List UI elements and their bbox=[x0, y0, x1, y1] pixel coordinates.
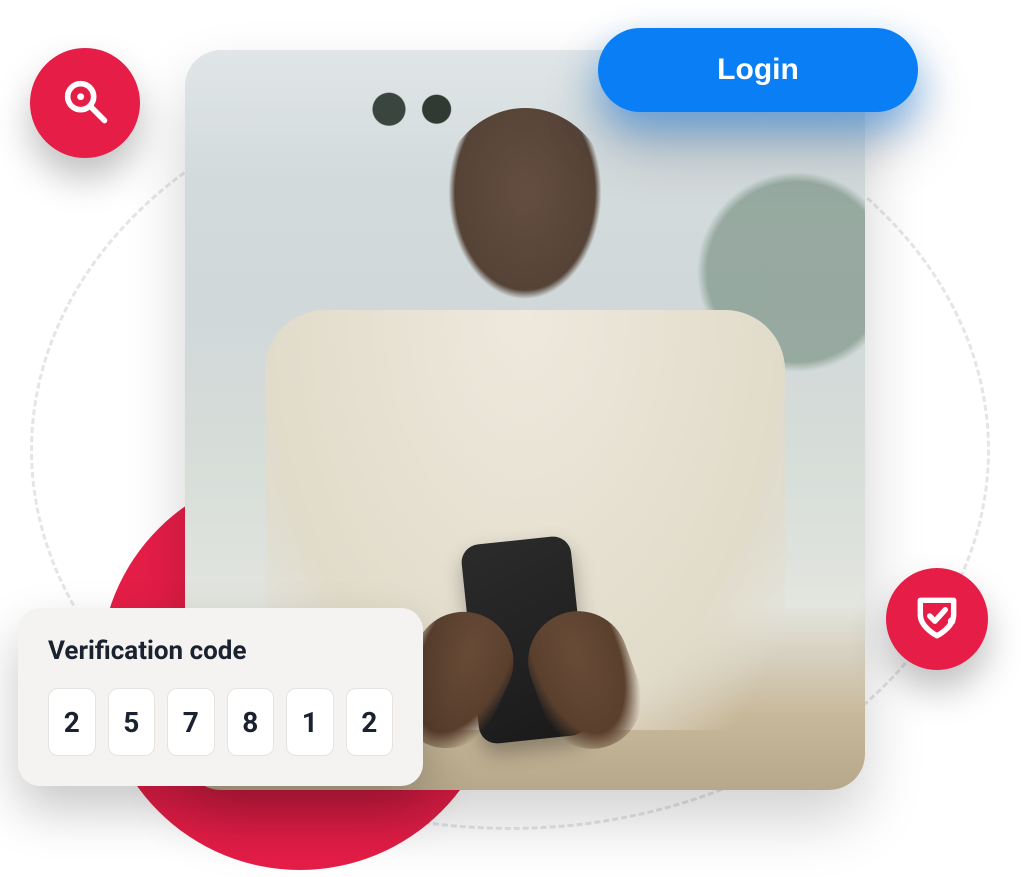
code-digit[interactable]: 7 bbox=[167, 688, 215, 756]
code-digit[interactable]: 2 bbox=[48, 688, 96, 756]
search-badge bbox=[30, 48, 140, 158]
login-button[interactable]: Login bbox=[598, 28, 918, 112]
code-digit[interactable]: 1 bbox=[286, 688, 334, 756]
search-icon bbox=[59, 75, 111, 131]
login-button-label: Login bbox=[717, 53, 799, 87]
check-badge bbox=[886, 568, 988, 670]
verification-code-card: Verification code 2 5 7 8 1 2 bbox=[18, 608, 423, 786]
check-shield-icon bbox=[912, 592, 962, 646]
code-digit[interactable]: 5 bbox=[108, 688, 156, 756]
code-digit[interactable]: 2 bbox=[346, 688, 394, 756]
promo-canvas: Login Verification code 2 5 7 8 1 bbox=[0, 0, 1025, 877]
verification-code-digits: 2 5 7 8 1 2 bbox=[48, 688, 393, 756]
code-digit[interactable]: 8 bbox=[227, 688, 275, 756]
verification-code-title: Verification code bbox=[48, 636, 393, 666]
